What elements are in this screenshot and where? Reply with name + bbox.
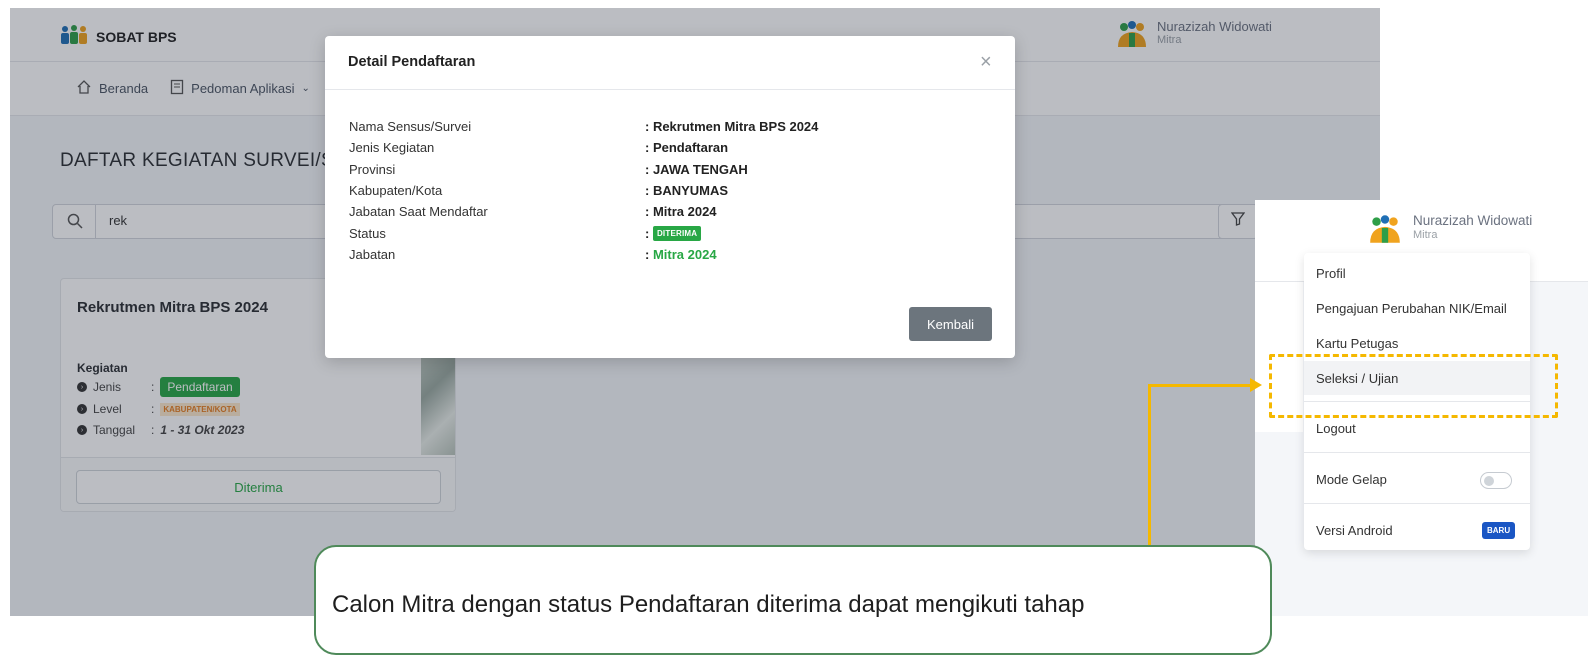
toggle-knob bbox=[1484, 476, 1494, 486]
status-badge: DITERIMA bbox=[652, 225, 702, 241]
menu-divider bbox=[1304, 503, 1530, 504]
detail-list: Nama Sensus/Survei : Rekrutmen Mitra BPS… bbox=[349, 116, 989, 265]
menu-divider bbox=[1304, 452, 1530, 453]
detail-label: Jenis Kegiatan bbox=[349, 140, 435, 156]
detail-modal: Detail Pendaftaran × Nama Sensus/Survei … bbox=[325, 36, 1015, 358]
detail-value: : Mitra 2024 bbox=[645, 204, 717, 220]
detail-row: Provinsi : JAWA TENGAH bbox=[349, 159, 989, 180]
new-badge: BARU bbox=[1482, 522, 1516, 539]
dark-mode-toggle[interactable] bbox=[1480, 472, 1512, 489]
detail-value: : BANYUMAS bbox=[645, 183, 729, 199]
callout-text: Calon Mitra dengan status Pendaftaran di… bbox=[332, 591, 1085, 618]
menu-item-pengajuan[interactable]: Pengajuan Perubahan NIK/Email bbox=[1304, 291, 1530, 325]
detail-row: Jabatan : Mitra 2024 bbox=[349, 244, 989, 265]
mode-gelap-label: Mode Gelap bbox=[1316, 471, 1387, 487]
menu-item-versi-android[interactable]: Versi Android BARU bbox=[1304, 513, 1530, 547]
arrow-line-vertical bbox=[1148, 384, 1151, 546]
detail-value: : Pendaftaran bbox=[645, 140, 729, 156]
detail-prefix: : bbox=[645, 225, 653, 241]
detail-label: Jabatan Saat Mendaftar bbox=[349, 204, 488, 220]
close-icon[interactable]: × bbox=[980, 52, 992, 72]
detail-label: Status bbox=[349, 225, 386, 241]
detail-label: Jabatan bbox=[349, 246, 396, 262]
menu-item-profil[interactable]: Profil bbox=[1304, 256, 1530, 290]
detail-value: : JAWA TENGAH bbox=[645, 161, 748, 177]
detail-row: Kabupaten/Kota : BANYUMAS bbox=[349, 180, 989, 201]
jabatan-value: Mitra 2024 bbox=[652, 246, 717, 262]
inset-user[interactable]: Nurazizah Widowati Mitra bbox=[1367, 213, 1532, 250]
user-role: Mitra bbox=[1413, 229, 1438, 241]
detail-label: Kabupaten/Kota bbox=[349, 183, 443, 199]
modal-header: Detail Pendaftaran × bbox=[325, 36, 1015, 90]
app-window: SOBAT BPS Nurazizah Widowati Mitra Beran… bbox=[10, 8, 1380, 616]
detail-row: Status : DITERIMA bbox=[349, 222, 989, 243]
detail-row: Jabatan Saat Mendaftar : Mitra 2024 bbox=[349, 201, 989, 222]
menu-item-mode-gelap[interactable]: Mode Gelap bbox=[1304, 462, 1530, 496]
arrow-line-horizontal bbox=[1148, 384, 1252, 387]
detail-label: Nama Sensus/Survei bbox=[349, 119, 472, 135]
avatar-icon bbox=[1367, 213, 1403, 250]
kembali-button[interactable]: Kembali bbox=[909, 307, 992, 341]
arrow-head-icon bbox=[1250, 378, 1262, 392]
detail-row: Jenis Kegiatan : Pendaftaran bbox=[349, 137, 989, 158]
user-name: Nurazizah Widowati bbox=[1413, 213, 1533, 228]
versi-android-label: Versi Android bbox=[1316, 522, 1393, 538]
callout-box: Calon Mitra dengan status Pendaftaran di… bbox=[314, 545, 1272, 655]
highlight-box bbox=[1269, 354, 1558, 418]
detail-label: Provinsi bbox=[349, 161, 396, 177]
detail-prefix: : bbox=[645, 246, 653, 262]
detail-row: Nama Sensus/Survei : Rekrutmen Mitra BPS… bbox=[349, 116, 989, 137]
modal-title: Detail Pendaftaran bbox=[348, 54, 476, 70]
detail-value: : Rekrutmen Mitra BPS 2024 bbox=[645, 119, 819, 135]
